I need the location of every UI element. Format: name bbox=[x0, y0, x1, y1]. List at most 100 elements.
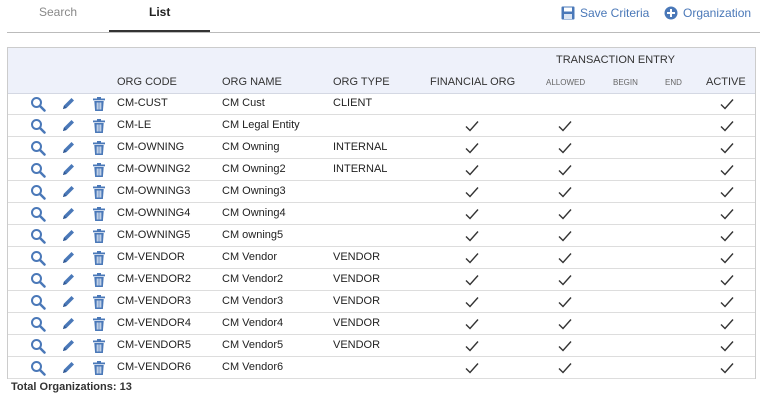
org-code-cell: CM-CUST bbox=[117, 97, 168, 109]
active-check-icon bbox=[720, 230, 734, 242]
pencil-icon[interactable] bbox=[60, 338, 76, 354]
trash-icon[interactable] bbox=[91, 272, 107, 288]
table-row[interactable]: CM-LE CM Legal Entity bbox=[8, 115, 755, 137]
col-header-org-code[interactable]: ORG CODE bbox=[117, 76, 177, 88]
organizations-grid: TRANSACTION ENTRY ORG CODE ORG NAME ORG … bbox=[7, 47, 756, 379]
magnifier-icon[interactable] bbox=[30, 272, 46, 288]
table-row[interactable]: CM-OWNING3 CM Owning3 bbox=[8, 181, 755, 203]
org-code-cell: CM-OWNING3 bbox=[117, 185, 191, 197]
table-row[interactable]: CM-VENDOR CM Vendor VENDOR bbox=[8, 247, 755, 269]
magnifier-icon[interactable] bbox=[30, 294, 46, 310]
trash-icon[interactable] bbox=[91, 316, 107, 332]
magnifier-icon[interactable] bbox=[30, 206, 46, 222]
magnifier-icon[interactable] bbox=[30, 338, 46, 354]
financial-org-check-icon bbox=[465, 296, 479, 308]
org-name-cell: CM Owning2 bbox=[222, 163, 286, 175]
org-type-cell: VENDOR bbox=[333, 273, 381, 285]
trash-icon[interactable] bbox=[91, 294, 107, 310]
grid-header: TRANSACTION ENTRY ORG CODE ORG NAME ORG … bbox=[8, 48, 755, 94]
tab-list[interactable]: List bbox=[149, 5, 170, 27]
col-header-financial-org[interactable]: FINANCIAL ORG bbox=[430, 76, 515, 88]
org-type-cell: INTERNAL bbox=[333, 141, 388, 153]
magnifier-icon[interactable] bbox=[30, 316, 46, 332]
magnifier-icon[interactable] bbox=[30, 118, 46, 134]
org-code-cell: CM-VENDOR bbox=[117, 251, 185, 263]
org-name-cell: CM Vendor5 bbox=[222, 339, 284, 351]
col-header-org-type[interactable]: ORG TYPE bbox=[333, 76, 390, 88]
trash-icon[interactable] bbox=[91, 96, 107, 112]
active-check-icon bbox=[720, 318, 734, 330]
tab-divider bbox=[7, 32, 760, 33]
col-header-end[interactable]: END bbox=[665, 78, 682, 87]
trash-icon[interactable] bbox=[91, 338, 107, 354]
add-organization-button[interactable]: Organization bbox=[664, 4, 751, 22]
allowed-check-icon bbox=[558, 252, 572, 264]
pencil-icon[interactable] bbox=[60, 118, 76, 134]
org-name-cell: CM owning5 bbox=[222, 229, 284, 241]
table-row[interactable]: CM-OWNING5 CM owning5 bbox=[8, 225, 755, 247]
org-name-cell: CM Legal Entity bbox=[222, 119, 300, 131]
org-code-cell: CM-VENDOR5 bbox=[117, 339, 191, 351]
allowed-check-icon bbox=[558, 164, 572, 176]
pencil-icon[interactable] bbox=[60, 250, 76, 266]
table-row[interactable]: CM-OWNING2 CM Owning2 INTERNAL bbox=[8, 159, 755, 181]
table-row[interactable]: CM-VENDOR3 CM Vendor3 VENDOR bbox=[8, 291, 755, 313]
trash-icon[interactable] bbox=[91, 118, 107, 134]
col-header-org-name[interactable]: ORG NAME bbox=[222, 76, 282, 88]
pencil-icon[interactable] bbox=[60, 294, 76, 310]
table-row[interactable]: CM-CUST CM Cust CLIENT bbox=[8, 93, 755, 115]
pencil-icon[interactable] bbox=[60, 228, 76, 244]
trash-icon[interactable] bbox=[91, 140, 107, 156]
table-row[interactable]: CM-VENDOR2 CM Vendor2 VENDOR bbox=[8, 269, 755, 291]
table-row[interactable]: CM-OWNING4 CM Owning4 bbox=[8, 203, 755, 225]
allowed-check-icon bbox=[558, 274, 572, 286]
org-code-cell: CM-OWNING4 bbox=[117, 207, 191, 219]
tab-search[interactable]: Search bbox=[39, 5, 77, 27]
magnifier-icon[interactable] bbox=[30, 140, 46, 156]
trash-icon[interactable] bbox=[91, 184, 107, 200]
pencil-icon[interactable] bbox=[60, 206, 76, 222]
magnifier-icon[interactable] bbox=[30, 184, 46, 200]
transaction-entry-group-header: TRANSACTION ENTRY bbox=[556, 54, 675, 66]
magnifier-icon[interactable] bbox=[30, 250, 46, 266]
table-row[interactable]: CM-VENDOR6 CM Vendor6 bbox=[8, 357, 755, 379]
pencil-icon[interactable] bbox=[60, 360, 76, 376]
active-check-icon bbox=[720, 274, 734, 286]
trash-icon[interactable] bbox=[91, 250, 107, 266]
financial-org-check-icon bbox=[465, 142, 479, 154]
pencil-icon[interactable] bbox=[60, 140, 76, 156]
allowed-check-icon bbox=[558, 208, 572, 220]
active-check-icon bbox=[720, 208, 734, 220]
org-code-cell: CM-VENDOR2 bbox=[117, 273, 191, 285]
org-name-cell: CM Vendor3 bbox=[222, 295, 284, 307]
pencil-icon[interactable] bbox=[60, 316, 76, 332]
trash-icon[interactable] bbox=[91, 206, 107, 222]
magnifier-icon[interactable] bbox=[30, 360, 46, 376]
org-name-cell: CM Owning4 bbox=[222, 207, 286, 219]
financial-org-check-icon bbox=[465, 120, 479, 132]
magnifier-icon[interactable] bbox=[30, 96, 46, 112]
pencil-icon[interactable] bbox=[60, 162, 76, 178]
pencil-icon[interactable] bbox=[60, 272, 76, 288]
org-name-cell: CM Cust bbox=[222, 97, 265, 109]
col-header-begin[interactable]: BEGIN bbox=[613, 78, 638, 87]
col-header-allowed[interactable]: ALLOWED bbox=[546, 78, 585, 87]
allowed-check-icon bbox=[558, 230, 572, 242]
trash-icon[interactable] bbox=[91, 360, 107, 376]
tab-bar: Search List Save Criteria Organization bbox=[0, 0, 767, 33]
financial-org-check-icon bbox=[465, 362, 479, 374]
financial-org-check-icon bbox=[465, 252, 479, 264]
magnifier-icon[interactable] bbox=[30, 228, 46, 244]
plus-circle-icon bbox=[664, 6, 678, 20]
pencil-icon[interactable] bbox=[60, 184, 76, 200]
table-row[interactable]: CM-OWNING CM Owning INTERNAL bbox=[8, 137, 755, 159]
trash-icon[interactable] bbox=[91, 162, 107, 178]
table-row[interactable]: CM-VENDOR4 CM Vendor4 VENDOR bbox=[8, 313, 755, 335]
org-type-cell: VENDOR bbox=[333, 295, 381, 307]
col-header-active[interactable]: ACTIVE bbox=[706, 76, 746, 88]
pencil-icon[interactable] bbox=[60, 96, 76, 112]
table-row[interactable]: CM-VENDOR5 CM Vendor5 VENDOR bbox=[8, 335, 755, 357]
save-criteria-button[interactable]: Save Criteria bbox=[561, 4, 649, 22]
magnifier-icon[interactable] bbox=[30, 162, 46, 178]
trash-icon[interactable] bbox=[91, 228, 107, 244]
